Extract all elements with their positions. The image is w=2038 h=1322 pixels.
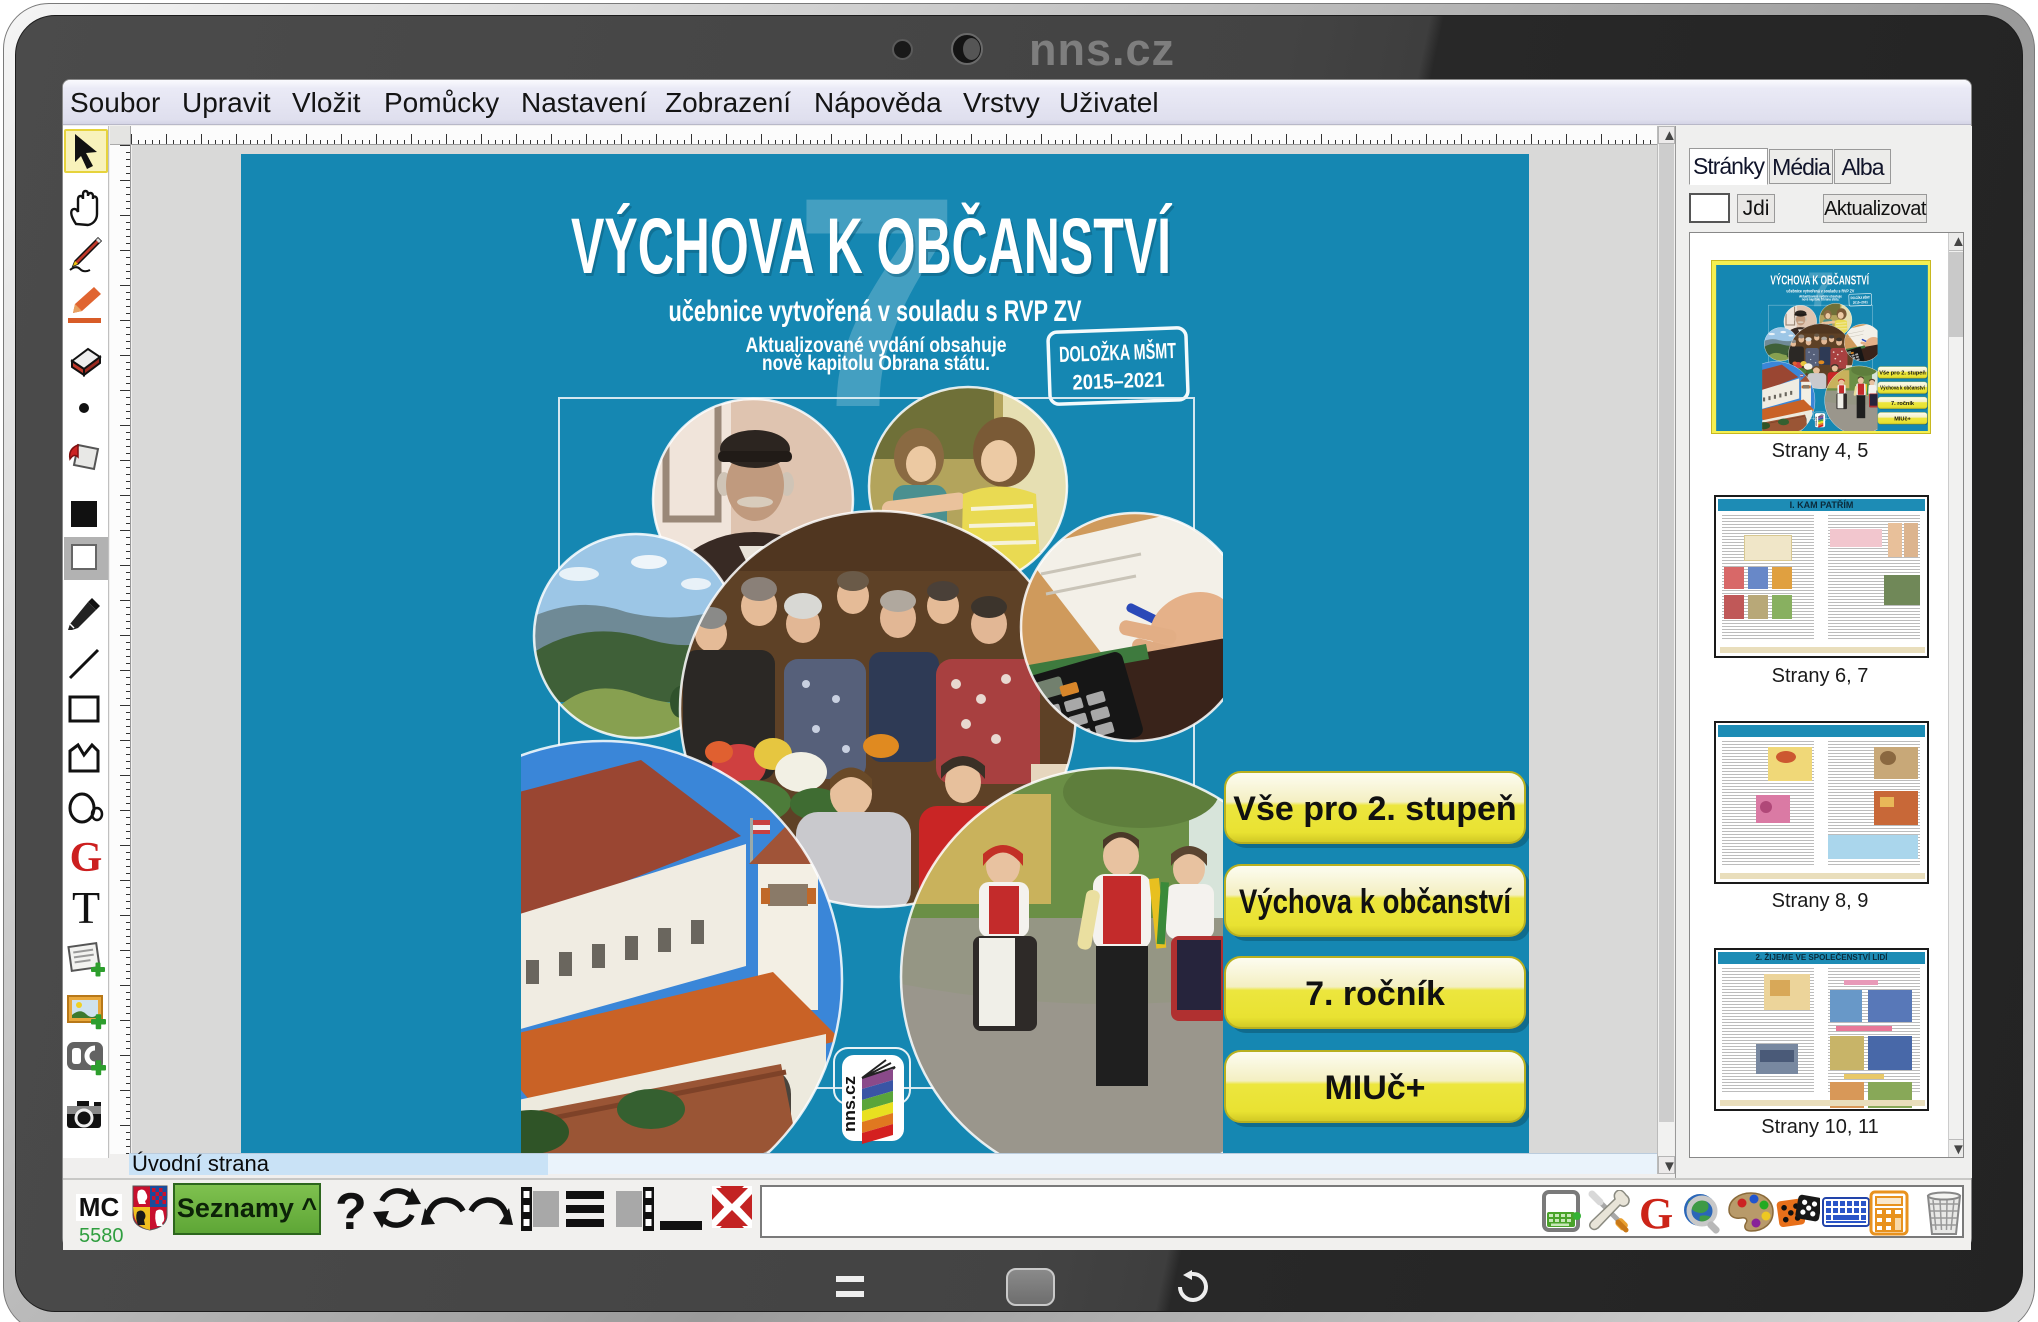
svg-text:G: G bbox=[1639, 1190, 1673, 1234]
